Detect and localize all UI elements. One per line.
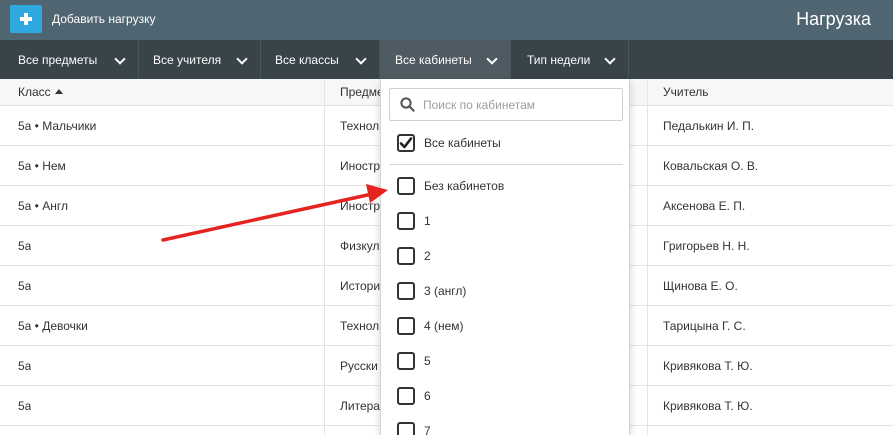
- checkbox[interactable]: [397, 282, 415, 300]
- cell-class: 5а • Англ: [18, 199, 68, 213]
- sort-ascending-icon: [54, 89, 63, 94]
- cell-teacher: Кривякова Т. Ю.: [663, 359, 753, 373]
- cell-subject: Физкул: [340, 239, 380, 253]
- filter-week-type[interactable]: Тип недели: [511, 40, 629, 79]
- filter-subjects[interactable]: Все предметы: [4, 40, 139, 79]
- option-label: 3 (англ): [424, 284, 467, 298]
- option-room[interactable]: 4 (нем): [397, 316, 464, 336]
- column-class-header[interactable]: Класс: [18, 79, 63, 106]
- column-teacher-header[interactable]: Учитель: [663, 79, 708, 106]
- filter-bar: Все предметы Все учителя Все классы Все …: [0, 40, 893, 79]
- cell-subject: Истори: [340, 279, 381, 293]
- option-label: 6: [424, 389, 431, 403]
- cell-subject: Технол: [340, 319, 380, 333]
- filter-teachers[interactable]: Все учителя: [139, 40, 261, 79]
- cell-subject: Иностр: [340, 199, 381, 213]
- rooms-dropdown: Все кабинеты Без кабинетов 1 2 3 (англ) …: [380, 79, 630, 435]
- cell-teacher: Кривякова Т. Ю.: [663, 399, 753, 413]
- cell-teacher: Ковальская О. В.: [663, 159, 759, 173]
- cell-class: 5а • Нем: [18, 159, 66, 173]
- option-room[interactable]: 6: [397, 386, 431, 406]
- cell-class: 5а • Девочки: [18, 319, 88, 333]
- cell-subject: Технол: [340, 119, 380, 133]
- option-all-rooms[interactable]: Все кабинеты: [397, 133, 501, 153]
- filter-teachers-label: Все учителя: [153, 52, 222, 67]
- filter-subjects-label: Все предметы: [18, 52, 98, 67]
- filter-classes[interactable]: Все классы: [261, 40, 380, 79]
- option-room[interactable]: 2: [397, 246, 431, 266]
- cell-teacher: Педалькин И. П.: [663, 119, 755, 133]
- cell-class: 5а: [18, 239, 32, 253]
- cell-class: 5а: [18, 399, 32, 413]
- chevron-down-icon: [236, 53, 248, 65]
- cell-teacher: Тарицына Г. С.: [663, 319, 746, 333]
- chevron-down-icon: [604, 53, 616, 65]
- cell-teacher: Аксенова Е. П.: [663, 199, 746, 213]
- cell-class: 5а: [18, 359, 32, 373]
- option-label: 7: [424, 424, 431, 435]
- option-room[interactable]: Без кабинетов: [397, 176, 504, 196]
- checkbox[interactable]: [397, 352, 415, 370]
- column-subject-header[interactable]: Предме: [340, 79, 384, 106]
- cell-subject: Иностр: [340, 159, 381, 173]
- chevron-down-icon: [114, 53, 126, 65]
- cell-teacher: Щинова Е. О.: [663, 279, 738, 293]
- column-class-label: Класс: [18, 85, 51, 99]
- checkbox[interactable]: [397, 422, 415, 435]
- page-title: Нагрузка: [796, 9, 871, 29]
- cell-class: 5а: [18, 279, 32, 293]
- checkbox[interactable]: [397, 247, 415, 265]
- cell-class: 5а • Мальчики: [18, 119, 97, 133]
- chevron-down-icon: [355, 53, 367, 65]
- rooms-search-box: [389, 88, 623, 121]
- plus-icon: [10, 5, 42, 33]
- checkmark-icon: [399, 137, 413, 149]
- top-bar: Добавить нагрузку Нагрузка: [0, 0, 893, 40]
- filter-rooms[interactable]: Все кабинеты: [380, 40, 511, 79]
- checkbox[interactable]: [397, 177, 415, 195]
- option-label: 2: [424, 249, 431, 263]
- add-load-label: Добавить нагрузку: [52, 12, 156, 26]
- option-label: 4 (нем): [424, 319, 464, 333]
- option-room[interactable]: 7: [397, 421, 431, 435]
- chevron-down-icon: [486, 53, 498, 65]
- cell-subject: Русски: [340, 359, 378, 373]
- option-label: 5: [424, 354, 431, 368]
- option-room[interactable]: 5: [397, 351, 431, 371]
- option-room[interactable]: 1: [397, 211, 431, 231]
- option-label: 1: [424, 214, 431, 228]
- checkbox[interactable]: [397, 317, 415, 335]
- option-label: Все кабинеты: [424, 136, 501, 150]
- checkbox[interactable]: [397, 212, 415, 230]
- cell-subject: Литера: [340, 399, 380, 413]
- checkbox-checked[interactable]: [397, 134, 415, 152]
- filter-week-type-label: Тип недели: [527, 52, 591, 67]
- option-room[interactable]: 3 (англ): [397, 281, 466, 301]
- filter-classes-label: Все классы: [275, 52, 339, 67]
- divider: [389, 164, 623, 165]
- search-icon: [400, 97, 415, 112]
- option-label: Без кабинетов: [424, 179, 505, 193]
- cell-teacher: Григорьев Н. Н.: [663, 239, 750, 253]
- checkbox[interactable]: [397, 387, 415, 405]
- rooms-search-input[interactable]: [423, 97, 613, 112]
- add-load-button[interactable]: Добавить нагрузку: [10, 5, 155, 33]
- filter-rooms-label: Все кабинеты: [395, 52, 472, 67]
